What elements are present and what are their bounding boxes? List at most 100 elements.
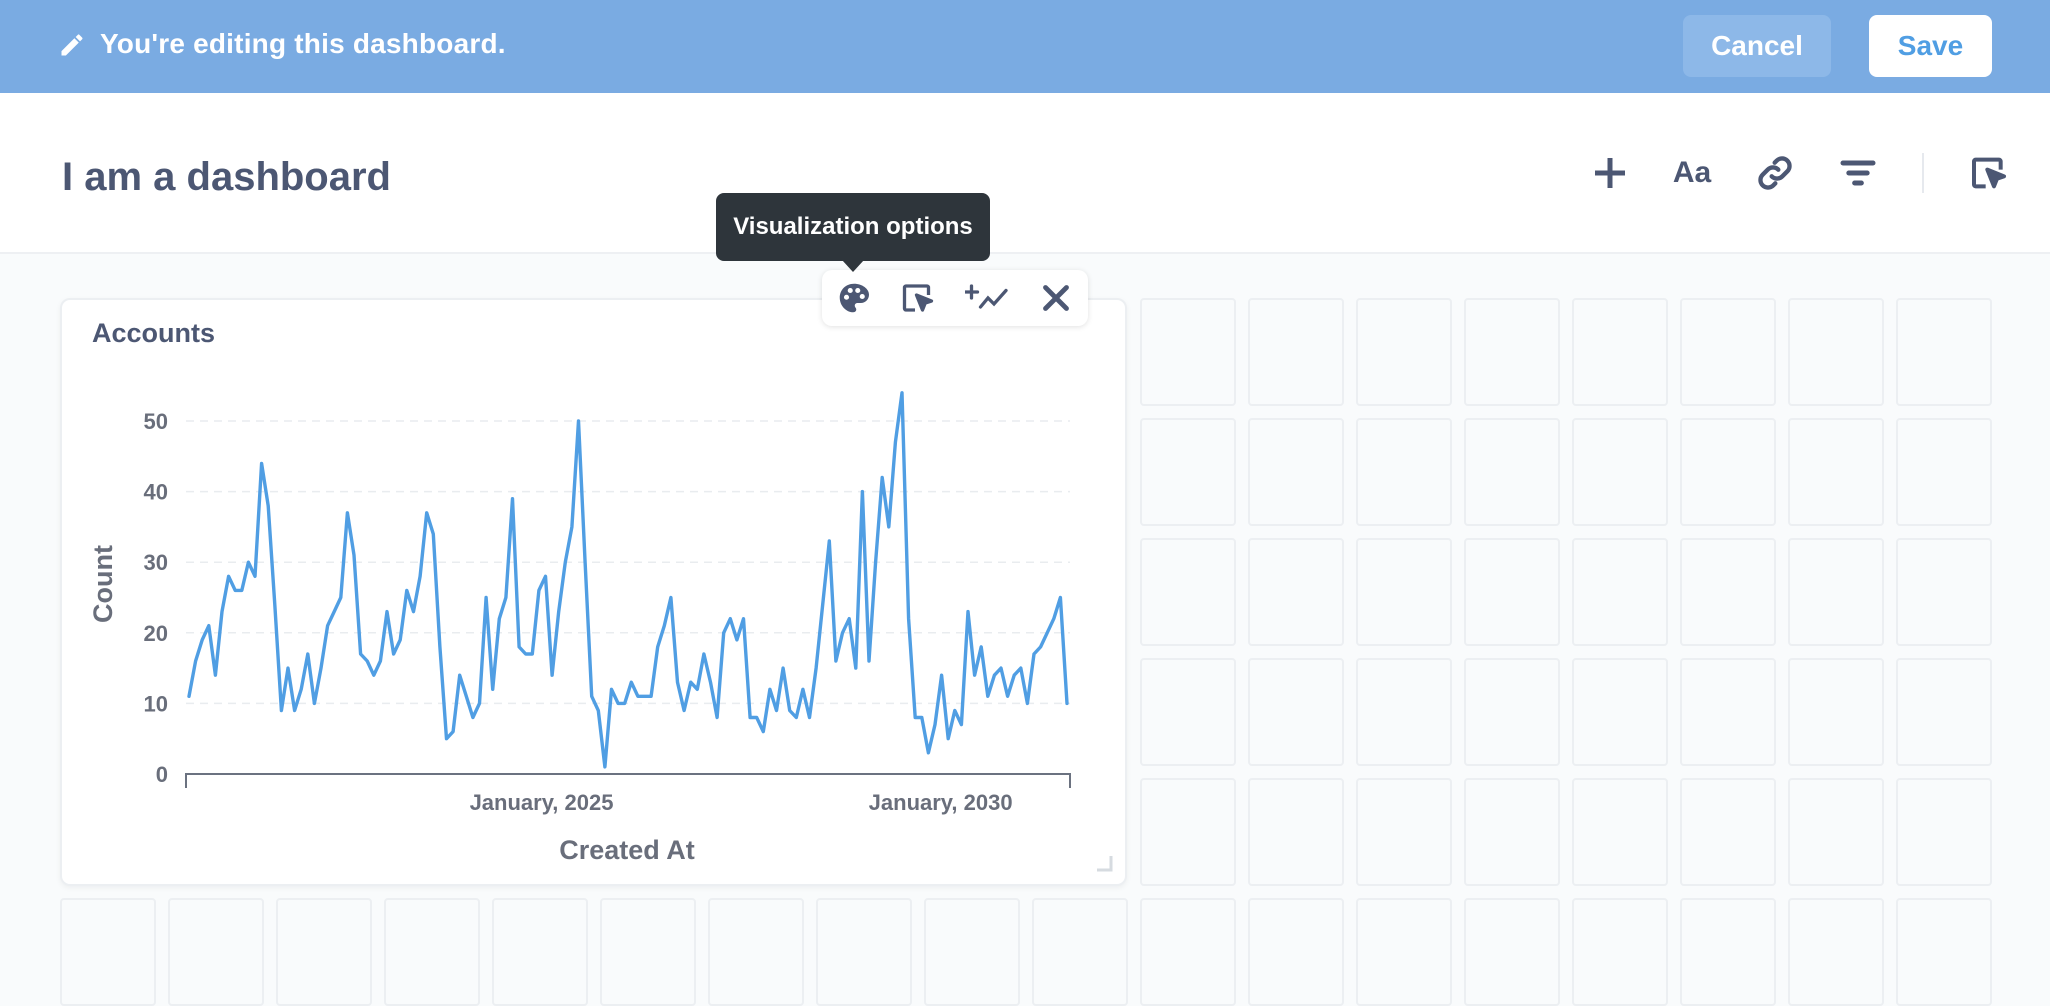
grid-cell bbox=[1464, 418, 1560, 526]
grid-cell bbox=[1680, 778, 1776, 886]
remove-card-button[interactable] bbox=[1036, 278, 1076, 318]
y-axis-ticks: 0 10 20 30 40 50 bbox=[144, 409, 168, 787]
grid-cell bbox=[1140, 898, 1236, 1006]
card-click-behavior-button[interactable] bbox=[898, 278, 938, 318]
edit-mode-banner: You're editing this dashboard. Cancel Sa… bbox=[0, 0, 2050, 93]
grid-cell bbox=[1140, 778, 1236, 886]
grid-cell bbox=[1356, 898, 1452, 1006]
grid-cell bbox=[600, 898, 696, 1006]
grid-cell bbox=[384, 898, 480, 1006]
grid-cell bbox=[708, 898, 804, 1006]
grid-cell bbox=[1248, 898, 1344, 1006]
visualization-options-button[interactable] bbox=[834, 278, 874, 318]
x-axis-title: Created At bbox=[559, 835, 695, 865]
x-axis-ticks: January, 2025 January, 2030 bbox=[470, 790, 1013, 815]
grid-cell bbox=[1788, 778, 1884, 886]
toolbar-divider bbox=[1922, 153, 1924, 193]
grid-cell bbox=[60, 898, 156, 1006]
y-tick-label: 30 bbox=[144, 550, 168, 575]
y-tick-label: 20 bbox=[144, 621, 168, 646]
close-icon bbox=[1043, 285, 1069, 311]
plus-icon bbox=[1595, 158, 1625, 188]
grid-cell bbox=[1356, 778, 1452, 886]
y-tick-label: 10 bbox=[144, 691, 168, 716]
click-behavior-button[interactable] bbox=[1967, 151, 2011, 195]
grid-cell bbox=[492, 898, 588, 1006]
visualization-options-tooltip: Visualization options bbox=[716, 193, 990, 261]
card-action-toolbar bbox=[822, 270, 1088, 326]
grid-cell bbox=[1572, 898, 1668, 1006]
grid-cell bbox=[1464, 538, 1560, 646]
grid-cell bbox=[1572, 538, 1668, 646]
tooltip-arrow bbox=[842, 260, 864, 272]
grid-cell bbox=[1788, 418, 1884, 526]
y-tick-label: 50 bbox=[144, 409, 168, 434]
x-tick-label: January, 2025 bbox=[470, 790, 614, 815]
grid-cell bbox=[1248, 538, 1344, 646]
grid-cell bbox=[1140, 298, 1236, 406]
grid-cell bbox=[276, 898, 372, 1006]
grid-cell bbox=[1572, 418, 1668, 526]
grid-cell bbox=[1572, 298, 1668, 406]
grid-cell bbox=[1032, 898, 1128, 1006]
x-axis-line bbox=[185, 773, 1071, 788]
grid-cell bbox=[1896, 418, 1992, 526]
grid-cell bbox=[1356, 658, 1452, 766]
grid-cell bbox=[1140, 418, 1236, 526]
grid-cell bbox=[1356, 418, 1452, 526]
grid-cell bbox=[1788, 898, 1884, 1006]
grid-cell bbox=[1464, 778, 1560, 886]
save-button[interactable]: Save bbox=[1869, 15, 1992, 77]
grid-cell bbox=[1896, 778, 1992, 886]
add-question-button[interactable] bbox=[1588, 151, 1632, 195]
grid-cell bbox=[1896, 298, 1992, 406]
grid-cell bbox=[1140, 658, 1236, 766]
grid-cell bbox=[1248, 298, 1344, 406]
add-link-button[interactable] bbox=[1753, 151, 1797, 195]
y-axis-title: Count bbox=[88, 545, 118, 623]
grid-cell bbox=[816, 898, 912, 1006]
click-cursor-icon bbox=[902, 284, 934, 312]
grid-cell bbox=[1788, 298, 1884, 406]
add-series-icon bbox=[965, 284, 1008, 309]
text-aa-icon: Aa bbox=[1672, 156, 1712, 189]
cancel-button[interactable]: Cancel bbox=[1683, 15, 1831, 77]
y-tick-label: 40 bbox=[144, 480, 168, 505]
grid-cell bbox=[1248, 418, 1344, 526]
grid-cell bbox=[1788, 658, 1884, 766]
series-line[interactable] bbox=[187, 391, 1069, 769]
add-text-button[interactable]: Aa bbox=[1670, 151, 1714, 195]
grid-cell bbox=[924, 898, 1020, 1006]
grid-cell bbox=[1680, 418, 1776, 526]
y-tick-label: 0 bbox=[156, 762, 168, 787]
dashboard-title[interactable]: I am a dashboard bbox=[62, 155, 391, 200]
dashboard-header: I am a dashboard Aa bbox=[0, 93, 2050, 254]
grid-cell bbox=[168, 898, 264, 1006]
grid-cell bbox=[1464, 298, 1560, 406]
line-chart: 0 10 20 30 40 50 January, 2025 January, 2030 C… bbox=[88, 391, 1071, 865]
grid-cell bbox=[1248, 778, 1344, 886]
grid-cell bbox=[1464, 658, 1560, 766]
grid-cell bbox=[1356, 538, 1452, 646]
grid-cell bbox=[1356, 298, 1452, 406]
add-filter-button[interactable] bbox=[1836, 151, 1880, 195]
palette-icon bbox=[839, 283, 869, 313]
grid-cell bbox=[1680, 898, 1776, 1006]
add-series-button[interactable] bbox=[964, 278, 1012, 318]
x-axis bbox=[185, 773, 1071, 788]
grid-cell bbox=[1140, 538, 1236, 646]
grid-cell bbox=[1572, 658, 1668, 766]
grid-cell bbox=[1680, 658, 1776, 766]
x-tick-label: January, 2030 bbox=[869, 790, 1013, 815]
link-icon bbox=[1758, 156, 1792, 190]
edit-mode-message: You're editing this dashboard. bbox=[100, 28, 506, 59]
filter-icon bbox=[1840, 160, 1876, 186]
grid-cell bbox=[1680, 298, 1776, 406]
click-cursor-icon bbox=[1972, 157, 2006, 189]
chart-gridlines bbox=[186, 420, 1070, 705]
grid-cell bbox=[1248, 658, 1344, 766]
grid-cell bbox=[1896, 658, 1992, 766]
grid-cell bbox=[1896, 898, 1992, 1006]
pencil-icon bbox=[61, 34, 83, 56]
grid-cell bbox=[1896, 538, 1992, 646]
